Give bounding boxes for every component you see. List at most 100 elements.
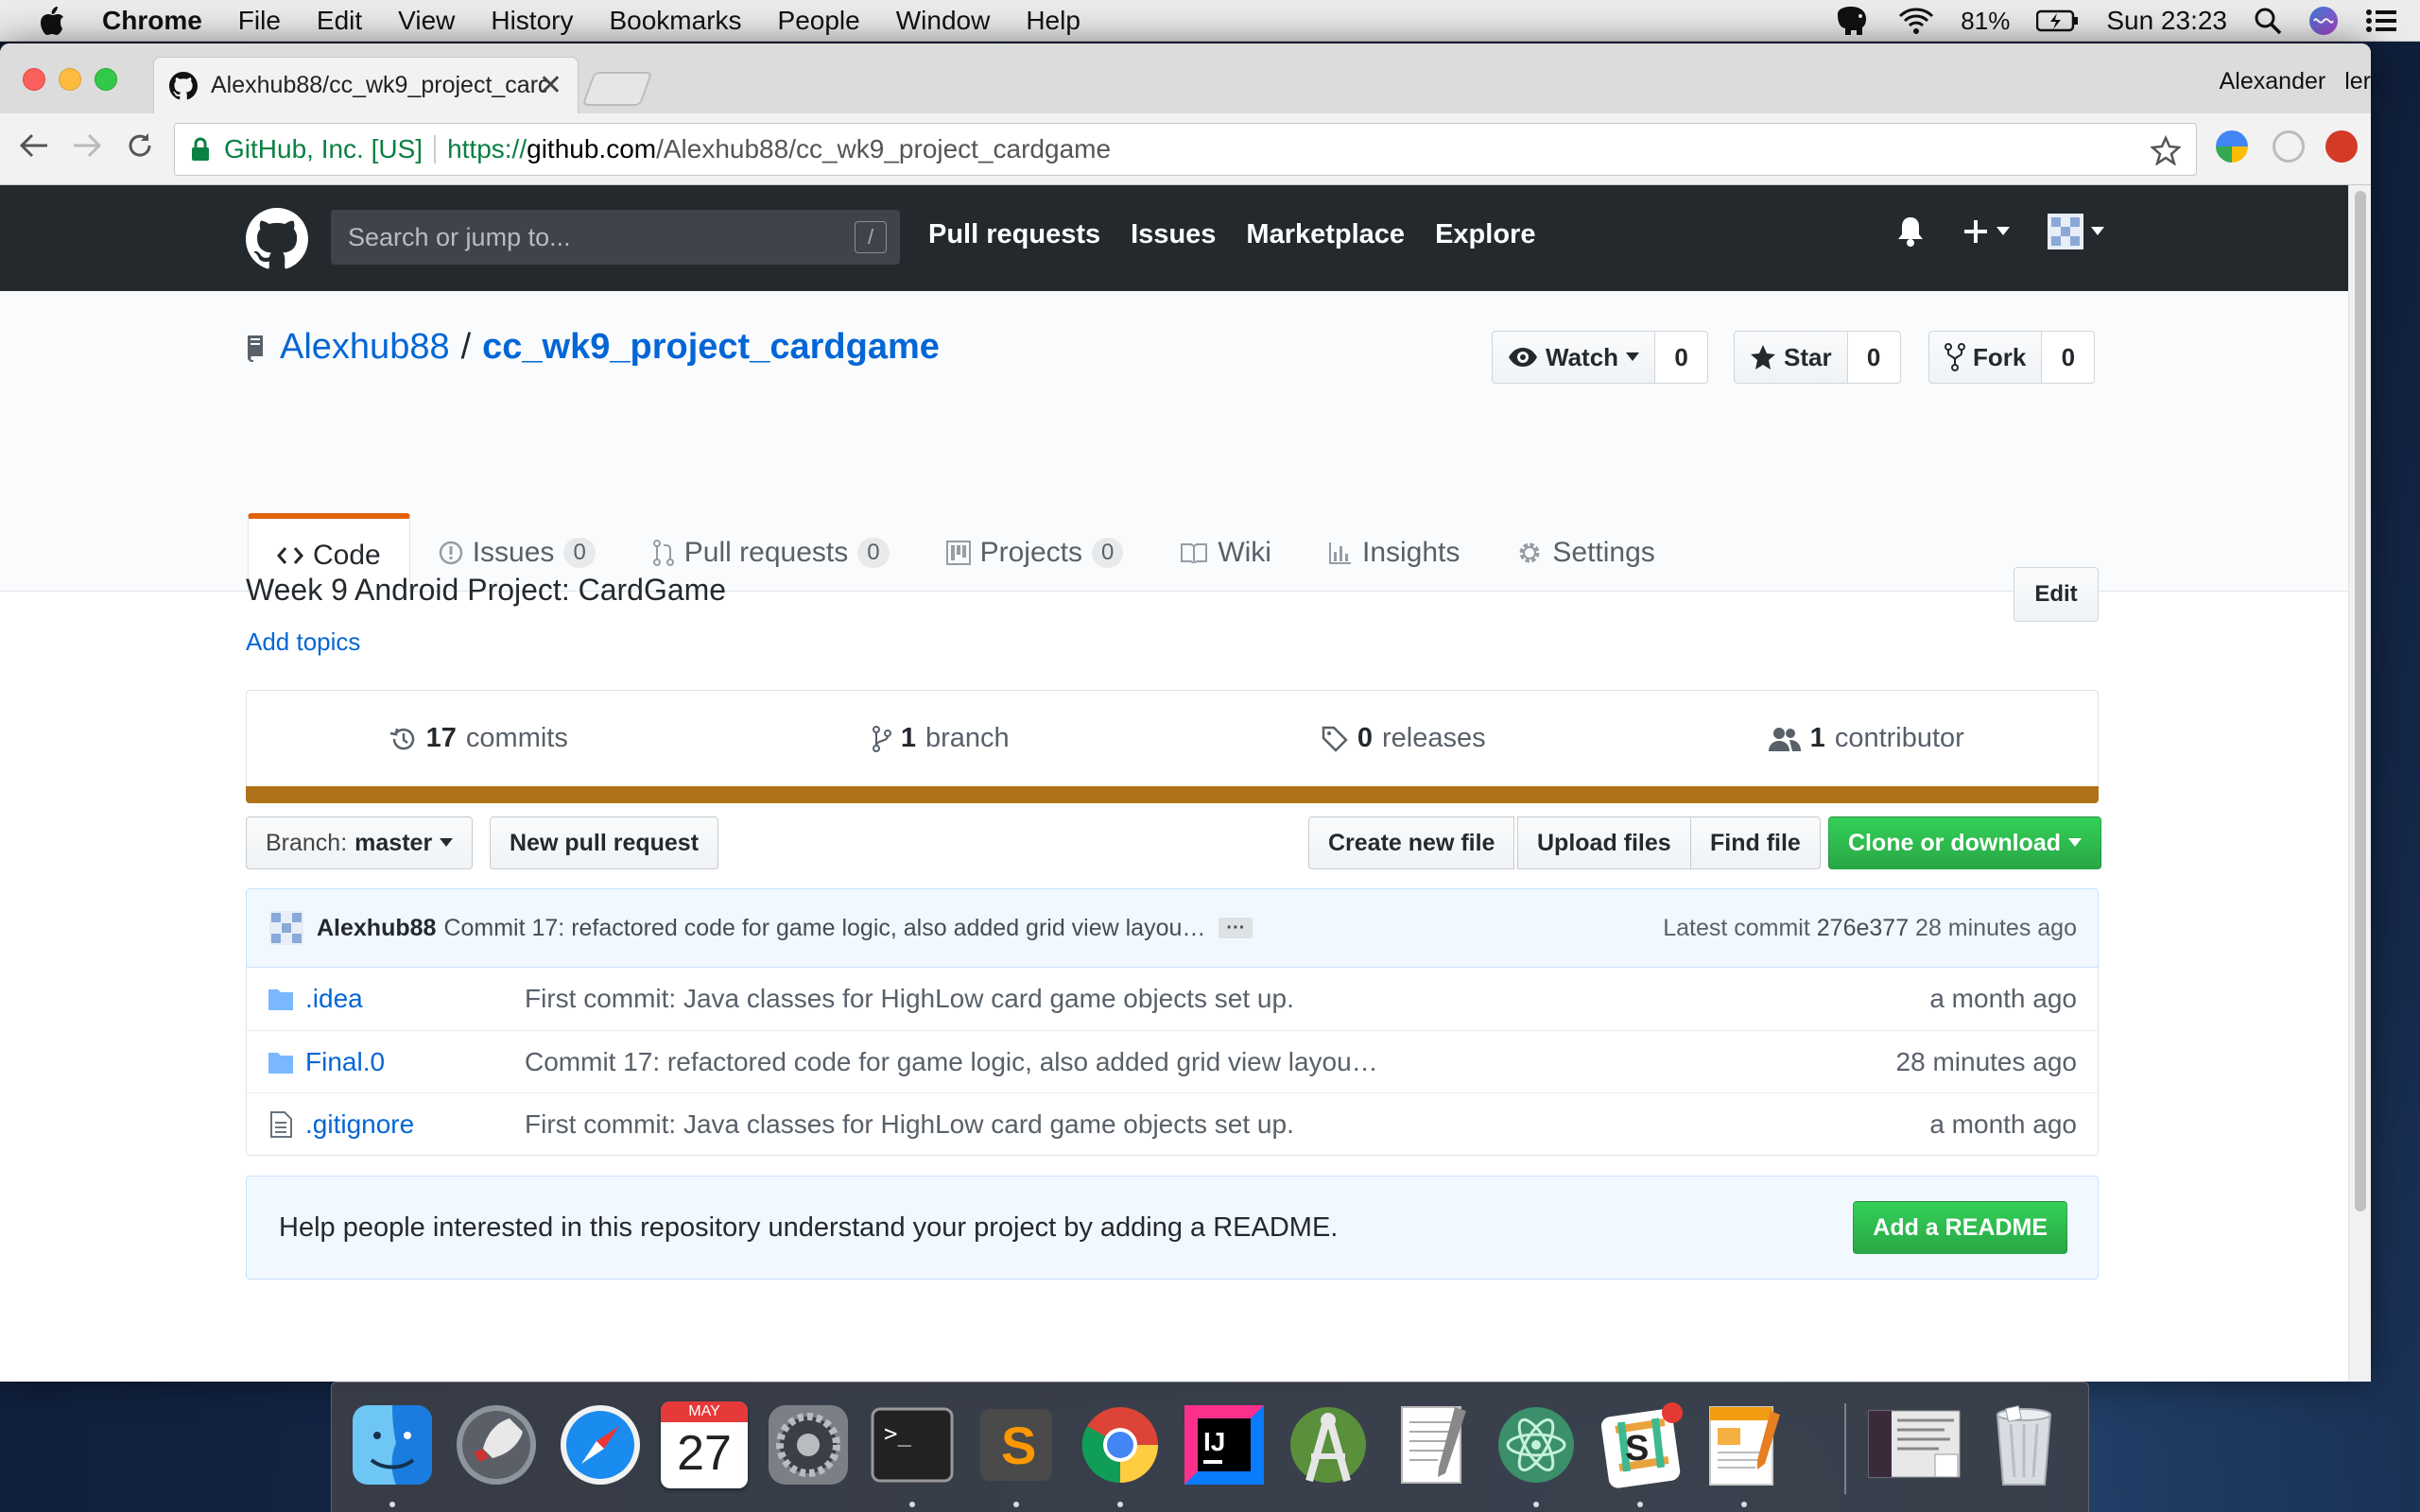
commits-summary[interactable]: 17 commits bbox=[247, 691, 710, 786]
add-topics-link[interactable]: Add topics bbox=[246, 627, 2099, 657]
repo-icon bbox=[247, 335, 263, 362]
chrome-profile-button[interactable]: Alexander ler bbox=[2220, 68, 2371, 95]
star-button[interactable]: Star bbox=[1734, 331, 1848, 384]
file-name-link[interactable]: .idea bbox=[305, 984, 525, 1014]
edit-description-button[interactable]: Edit bbox=[2014, 567, 2099, 622]
bookmark-star-icon[interactable] bbox=[2151, 135, 2181, 165]
branches-summary[interactable]: 1 branch bbox=[710, 691, 1173, 786]
browser-toolbar: GitHub, Inc. [US] https:// github.com /A… bbox=[0, 113, 2371, 185]
secure-lock-icon[interactable] bbox=[190, 136, 211, 163]
commit-author-avatar[interactable] bbox=[269, 911, 303, 945]
launchpad-icon[interactable] bbox=[453, 1401, 540, 1488]
watch-button[interactable]: Watch bbox=[1492, 331, 1656, 384]
browser-tab-active[interactable]: Alexhub88/cc_wk9_project_cardgame ✕ bbox=[153, 57, 579, 113]
secure-origin-label[interactable]: GitHub, Inc. [US] bbox=[224, 134, 423, 164]
calendar-icon[interactable]: MAY 27 bbox=[661, 1401, 748, 1488]
window-zoom-button[interactable] bbox=[95, 68, 117, 91]
window-minimize-button[interactable] bbox=[59, 68, 81, 91]
github-search-input[interactable]: Search or jump to... / bbox=[331, 210, 900, 265]
extension-3-icon[interactable] bbox=[2325, 130, 2358, 163]
watch-count[interactable]: 0 bbox=[1655, 331, 1709, 384]
pages-icon[interactable] bbox=[1701, 1401, 1788, 1488]
language-bar[interactable] bbox=[246, 786, 2099, 803]
nav-explore[interactable]: Explore bbox=[1435, 219, 1535, 250]
menu-people[interactable]: People bbox=[778, 6, 860, 36]
file-commit-message[interactable]: Commit 17: refactored code for game logi… bbox=[525, 1047, 1378, 1077]
new-tab-button[interactable] bbox=[581, 72, 653, 106]
nav-marketplace[interactable]: Marketplace bbox=[1246, 219, 1405, 250]
wifi-icon[interactable] bbox=[1898, 7, 1934, 35]
nav-pull-requests[interactable]: Pull requests bbox=[928, 219, 1100, 250]
notifications-bell-icon[interactable] bbox=[1896, 215, 1925, 248]
repository-title: Alexhub88 / cc_wk9_project_cardgame bbox=[246, 327, 940, 368]
file-name-link[interactable]: .gitignore bbox=[305, 1109, 525, 1140]
menu-app-name[interactable]: Chrome bbox=[102, 6, 202, 36]
contributors-summary[interactable]: 1 contributor bbox=[1635, 691, 2099, 786]
battery-charging-icon[interactable] bbox=[2036, 9, 2080, 32]
evernote-elephant-icon[interactable] bbox=[1834, 5, 1872, 37]
commit-message[interactable]: Commit 17: refactored code for game logi… bbox=[443, 915, 1205, 942]
menu-view[interactable]: View bbox=[398, 6, 455, 36]
menu-bookmarks[interactable]: Bookmarks bbox=[609, 6, 741, 36]
address-bar[interactable]: GitHub, Inc. [US] https:// github.com /A… bbox=[174, 123, 2197, 176]
reload-button[interactable] bbox=[121, 127, 159, 164]
textedit-icon[interactable] bbox=[1389, 1401, 1476, 1488]
commit-sha-link[interactable]: 276e377 bbox=[1817, 915, 1909, 941]
spotlight-search-icon[interactable] bbox=[2254, 7, 2282, 35]
star-count[interactable]: 0 bbox=[1847, 331, 1901, 384]
intellij-icon[interactable]: IJ bbox=[1181, 1401, 1268, 1488]
clone-or-download-button[interactable]: Clone or download bbox=[1828, 816, 2101, 869]
terminal-icon[interactable]: >_ bbox=[869, 1401, 956, 1488]
new-pull-request-button[interactable]: New pull request bbox=[490, 816, 719, 869]
menu-window[interactable]: Window bbox=[896, 6, 991, 36]
fork-count[interactable]: 0 bbox=[2042, 331, 2096, 384]
calendar-day: 27 bbox=[677, 1426, 732, 1481]
atom-icon[interactable] bbox=[1493, 1401, 1580, 1488]
file-commit-message[interactable]: First commit: Java classes for HighLow c… bbox=[525, 984, 1294, 1014]
chrome-icon[interactable] bbox=[1077, 1401, 1164, 1488]
menu-file[interactable]: File bbox=[238, 6, 281, 36]
android-studio-icon[interactable] bbox=[1285, 1401, 1372, 1488]
releases-summary[interactable]: 0 releases bbox=[1172, 691, 1635, 786]
page-scrollbar[interactable] bbox=[2348, 185, 2371, 1382]
user-menu-dropdown[interactable] bbox=[2048, 214, 2104, 249]
downloads-stack-icon[interactable] bbox=[1867, 1401, 1965, 1488]
create-new-file-button[interactable]: Create new file bbox=[1308, 816, 1515, 869]
trash-icon[interactable] bbox=[1980, 1401, 2067, 1488]
create-new-dropdown[interactable] bbox=[1962, 218, 2010, 245]
commit-author[interactable]: Alexhub88 bbox=[317, 915, 436, 942]
repo-owner-link[interactable]: Alexhub88 bbox=[280, 327, 450, 368]
menu-help[interactable]: Help bbox=[1026, 6, 1080, 36]
extension-1-icon[interactable] bbox=[2216, 130, 2248, 163]
notification-center-icon[interactable] bbox=[2365, 8, 2397, 34]
commit-expand-button[interactable]: ··· bbox=[1219, 918, 1253, 938]
find-file-button[interactable]: Find file bbox=[1690, 816, 1821, 869]
safari-icon[interactable] bbox=[557, 1401, 644, 1488]
system-preferences-icon[interactable] bbox=[765, 1401, 852, 1488]
apple-menu-icon[interactable] bbox=[38, 5, 66, 37]
siri-icon[interactable] bbox=[2308, 6, 2339, 36]
add-readme-button[interactable]: Add a README bbox=[1853, 1201, 2067, 1254]
extension-2-icon[interactable] bbox=[2273, 130, 2305, 163]
file-commit-message[interactable]: First commit: Java classes for HighLow c… bbox=[525, 1109, 1294, 1140]
scrollbar-thumb[interactable] bbox=[2355, 191, 2366, 1211]
github-logo-icon[interactable] bbox=[246, 208, 308, 270]
repo-name-link[interactable]: cc_wk9_project_cardgame bbox=[482, 327, 940, 368]
folder-icon bbox=[268, 989, 293, 1010]
nav-issues[interactable]: Issues bbox=[1131, 219, 1216, 250]
forward-button[interactable] bbox=[68, 127, 106, 164]
finder-icon[interactable] bbox=[349, 1401, 436, 1488]
tab-close-icon[interactable]: ✕ bbox=[539, 69, 562, 102]
back-button[interactable] bbox=[15, 127, 53, 164]
branch-select-button[interactable]: Branch: master bbox=[246, 816, 474, 869]
fork-button[interactable]: Fork bbox=[1928, 331, 2043, 384]
file-name-link[interactable]: Final.0 bbox=[305, 1047, 525, 1077]
slack-icon[interactable]: S bbox=[1597, 1401, 1684, 1488]
repo-numbers-summary: 17 commits 1 branch 0 releases 1 contrib… bbox=[246, 690, 2099, 786]
menu-clock[interactable]: Sun 23:23 bbox=[2106, 6, 2227, 36]
menu-edit[interactable]: Edit bbox=[317, 6, 362, 36]
upload-files-button[interactable]: Upload files bbox=[1517, 816, 1691, 869]
menu-history[interactable]: History bbox=[491, 6, 573, 36]
window-close-button[interactable] bbox=[23, 68, 45, 91]
sublime-text-icon[interactable]: S bbox=[973, 1401, 1060, 1488]
